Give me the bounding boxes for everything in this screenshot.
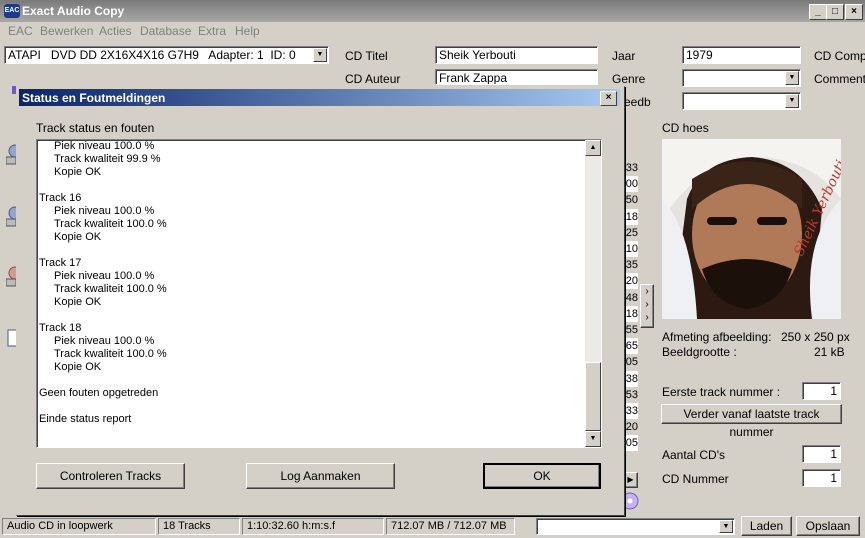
log-blank-line bbox=[39, 374, 579, 387]
scroll-up-icon[interactable]: ▲ bbox=[585, 140, 601, 156]
create-log-button[interactable]: Log Aanmaken bbox=[246, 463, 395, 489]
chevron-down-icon[interactable]: ▼ bbox=[785, 94, 799, 108]
cd-artist-label: CD Auteur bbox=[345, 72, 401, 86]
dialog-title: Status en Foutmeldingen bbox=[22, 91, 166, 105]
log-line: Piek niveau 100.0 % bbox=[54, 205, 155, 217]
menu-help[interactable]: Help bbox=[235, 24, 260, 38]
total-duration: 1:10:32.60 h:m:s.f bbox=[242, 518, 384, 535]
first-track-label: Eerste track nummer : bbox=[662, 385, 781, 399]
log-line: Piek niveau 100.0 % bbox=[54, 140, 155, 152]
total-size: 712.07 MB / 712.07 MB bbox=[386, 518, 515, 535]
menu-eac[interactable]: EAC bbox=[8, 24, 33, 38]
freedb-select[interactable]: ▼ bbox=[682, 92, 801, 110]
chevron-down-icon[interactable]: ▼ bbox=[719, 520, 733, 533]
num-cds-label: Aantal CD's bbox=[662, 448, 725, 462]
status-dialog: Status en Foutmeldingen × Track status e… bbox=[16, 86, 625, 516]
log-line: Kopie OK bbox=[54, 166, 102, 178]
scroll-down-icon[interactable]: ▼ bbox=[585, 431, 601, 447]
file-size-label: Beeldgrootte : bbox=[662, 345, 737, 359]
dialog-title-bar[interactable]: Status en Foutmeldingen × bbox=[19, 89, 620, 106]
comment-label: Commenta bbox=[814, 72, 865, 86]
log-line: Kopie OK bbox=[54, 361, 102, 373]
genre-label: Genre bbox=[612, 72, 646, 86]
track-count: 18 Tracks bbox=[158, 518, 240, 535]
log-line: Kopie OK bbox=[54, 296, 102, 308]
log-blank-line bbox=[39, 179, 579, 192]
chevron-down-icon[interactable]: ▼ bbox=[313, 48, 327, 62]
scroll-thumb[interactable] bbox=[585, 362, 601, 431]
log-line: Geen fouten opgetreden bbox=[39, 387, 159, 399]
cd-composer-label: CD Compo bbox=[814, 49, 865, 63]
freedb-label: eedb bbox=[624, 95, 651, 109]
cd-title-label: CD Titel bbox=[345, 49, 388, 63]
genre-select[interactable]: ▼ bbox=[682, 69, 801, 87]
log-line: Piek niveau 100.0 % bbox=[54, 270, 155, 282]
status-bar: Audio CD in loopwerk 18 Tracks 1:10:32.6… bbox=[0, 515, 865, 538]
num-cds-input[interactable]: 1 bbox=[802, 445, 841, 463]
log-blank-line bbox=[39, 309, 579, 322]
cd-cover-image[interactable]: Sheik Yerbouti bbox=[662, 139, 841, 319]
log-line: Track kwaliteit 100.0 % bbox=[54, 348, 167, 360]
cover-heading: CD hoes bbox=[662, 121, 709, 135]
expand-panel-button[interactable]: › › › bbox=[640, 284, 654, 328]
eac-app-icon: EAC bbox=[4, 4, 20, 18]
dialog-close-button[interactable]: × bbox=[600, 91, 617, 106]
log-scrollbar[interactable]: ▲ ▼ bbox=[585, 140, 601, 447]
year-input[interactable]: 1979 bbox=[682, 46, 801, 64]
log-line: Track 17 bbox=[39, 257, 82, 269]
check-tracks-button[interactable]: Controleren Tracks bbox=[36, 463, 185, 489]
minimize-button[interactable]: _ bbox=[809, 4, 827, 20]
chevron-down-icon[interactable]: ▼ bbox=[785, 71, 799, 85]
log-line: Piek niveau 100.0 % bbox=[54, 335, 155, 347]
save-button[interactable]: Opslaan bbox=[796, 516, 860, 536]
log-blank-line bbox=[39, 244, 579, 257]
window-title: Exact Audio Copy bbox=[22, 4, 125, 18]
menu-bar: EAC Bewerken Acties Database Extra Help bbox=[0, 22, 865, 40]
image-size-label: Afmeting afbeelding: bbox=[662, 330, 772, 344]
menu-acties[interactable]: Acties bbox=[99, 24, 132, 38]
image-size-value: 250 x 250 px bbox=[781, 330, 850, 344]
continue-last-track-button[interactable]: Verder vanaf laatste track nummer bbox=[661, 404, 842, 439]
log-line: Einde status report bbox=[39, 413, 132, 425]
track-status-label: Track status en fouten bbox=[36, 121, 155, 135]
cd-number-input[interactable]: 1 bbox=[802, 469, 841, 487]
scroll-right-button[interactable]: ▶ bbox=[623, 472, 638, 488]
drive-status: Audio CD in loopwerk bbox=[2, 518, 156, 535]
drive-select[interactable]: ATAPI DVD DD 2X16X4X16 G7H9 Adapter: 1 I… bbox=[4, 46, 329, 64]
window-title-bar[interactable]: EAC Exact Audio Copy _ □ × bbox=[0, 0, 865, 22]
log-line: Track 18 bbox=[39, 322, 82, 334]
log-line: Track kwaliteit 100.0 % bbox=[54, 218, 167, 230]
close-button[interactable]: × bbox=[845, 4, 863, 20]
drive-select-value: ATAPI DVD DD 2X16X4X16 G7H9 Adapter: 1 I… bbox=[8, 48, 296, 62]
profile-select[interactable]: ▼ bbox=[536, 518, 735, 535]
ok-button[interactable]: OK bbox=[483, 463, 601, 489]
cd-artist-input[interactable]: Frank Zappa bbox=[435, 69, 598, 85]
log-line: Kopie OK bbox=[54, 231, 102, 243]
log-line: Track 16 bbox=[39, 192, 82, 204]
first-track-input[interactable]: 1 bbox=[802, 382, 841, 400]
status-log[interactable]: Piek niveau 100.0 % Track kwaliteit 99.9 … bbox=[36, 139, 602, 448]
log-blank-line bbox=[39, 400, 579, 413]
log-line: Track kwaliteit 100.0 % bbox=[54, 283, 167, 295]
cd-title-input[interactable]: Sheik Yerbouti bbox=[435, 46, 598, 64]
log-text: Piek niveau 100.0 % Track kwaliteit 99.9 … bbox=[39, 140, 579, 426]
file-size-value: 21 kB bbox=[814, 345, 845, 359]
load-button[interactable]: Laden bbox=[741, 516, 792, 536]
maximize-button[interactable]: □ bbox=[826, 4, 844, 20]
menu-bewerken[interactable]: Bewerken bbox=[40, 24, 93, 38]
menu-database[interactable]: Database bbox=[140, 24, 191, 38]
log-line: Track kwaliteit 99.9 % bbox=[54, 153, 161, 165]
menu-extra[interactable]: Extra bbox=[198, 24, 226, 38]
year-label: Jaar bbox=[612, 49, 636, 63]
cd-number-label: CD Nummer bbox=[662, 472, 729, 486]
